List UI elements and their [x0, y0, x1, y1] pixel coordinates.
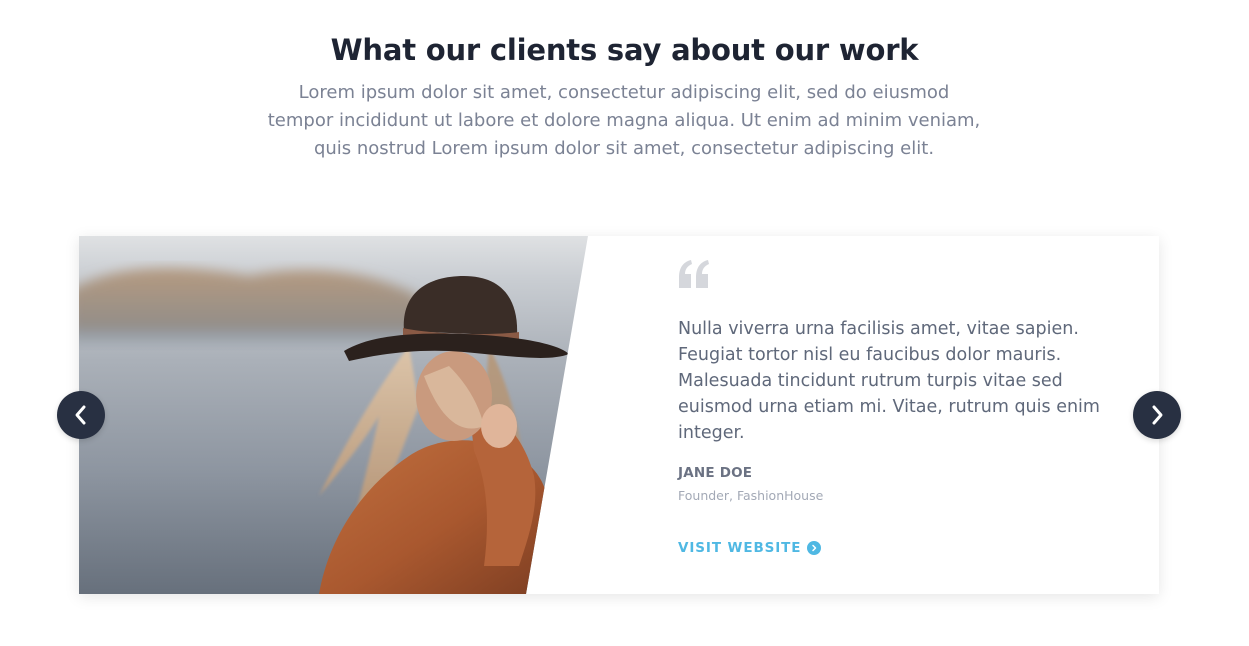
chevron-left-icon	[75, 405, 86, 425]
testimonial-quote: Nulla viverra urna facilisis amet, vitae…	[678, 319, 1100, 443]
testimonial-photo	[79, 236, 588, 594]
visit-website-label: VISIT WEBSITE	[678, 540, 802, 556]
section-title: What our clients say about our work	[330, 33, 919, 67]
author-role: Founder, FashionHouse	[678, 488, 824, 503]
section-subtitle: Lorem ipsum dolor sit amet, consectetur …	[267, 82, 981, 159]
quote-icon	[679, 260, 709, 288]
testimonials-section: What our clients say about our work Lore…	[0, 0, 1249, 646]
previous-testimonial-button[interactable]	[57, 391, 105, 439]
chevron-right-icon	[1152, 405, 1163, 425]
testimonial-card: Nulla viverra urna facilisis amet, vitae…	[79, 236, 1159, 594]
author-name: JANE DOE	[678, 465, 753, 481]
chevron-right-circle-icon	[807, 541, 822, 555]
next-testimonial-button[interactable]	[1133, 391, 1181, 439]
visit-website-link[interactable]: VISIT WEBSITE	[678, 540, 822, 556]
